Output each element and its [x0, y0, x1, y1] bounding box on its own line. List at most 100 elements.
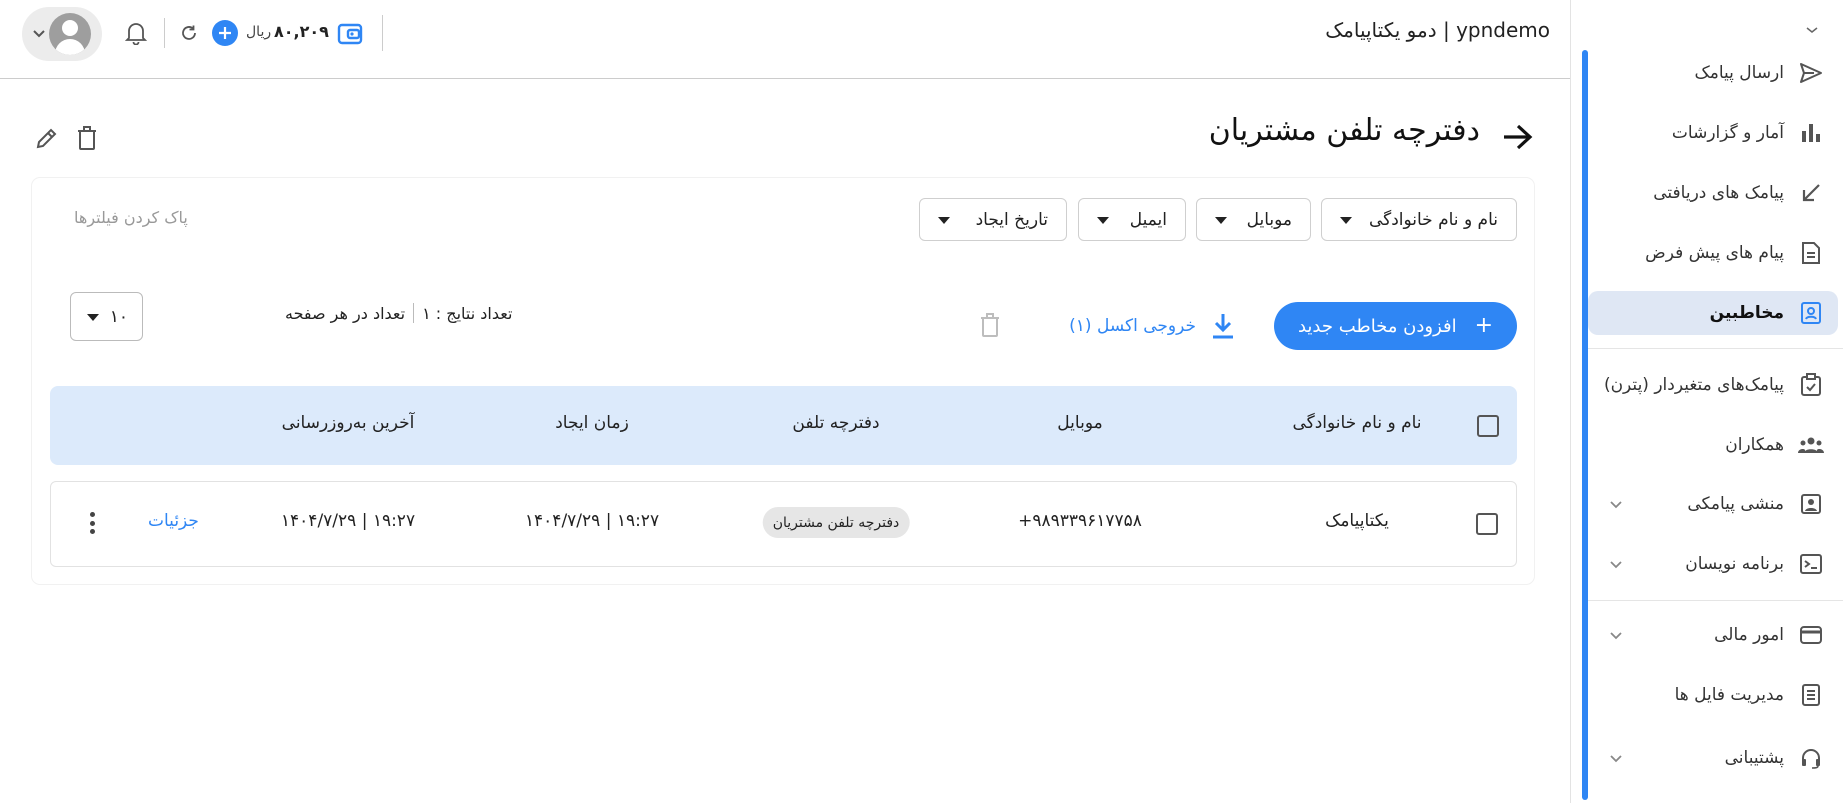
results-info: تعداد در هر صفحه تعداد نتایج : ۱ [285, 303, 512, 323]
back-arrow-icon[interactable] [1500, 120, 1536, 154]
chevron-down-icon [33, 30, 45, 38]
sidebar-item-file-management[interactable]: مدیریت فایل ها [1588, 673, 1838, 717]
sidebar-item-contacts[interactable]: مخاطبین [1588, 291, 1838, 335]
sidebar-item-label: مخاطبین [1709, 303, 1784, 323]
top-header: دمو یکتاپیامک | ypndemo ۸۰,۲۰۹ ریال [0, 0, 1570, 79]
assistant-icon [1798, 491, 1824, 517]
clear-filters-button[interactable]: پاک کردن فیلترها [74, 208, 188, 227]
chevron-down-icon [1610, 501, 1622, 509]
add-contact-label: افزودن مخاطب جدید [1297, 315, 1457, 337]
bulk-delete-icon[interactable] [980, 312, 1004, 340]
sidebar-item-colleagues[interactable]: همکاران [1588, 423, 1838, 467]
sidebar-item-label: منشی پیامکی [1687, 494, 1784, 514]
chevron-down-icon [1610, 632, 1622, 640]
export-excel-button[interactable]: خروجی اکسل (۱) [1066, 305, 1236, 347]
sidebar-item-support[interactable]: پشتیبانی [1588, 736, 1838, 780]
sidebar-divider [1588, 348, 1843, 349]
cell-created: ۱۴۰۴/۷/۲۹ | ۱۹:۲۷ [524, 511, 660, 531]
send-icon [1798, 60, 1824, 86]
page-size-select[interactable]: ۱۰ [70, 292, 143, 341]
sidebar-divider [1588, 600, 1843, 601]
add-contact-button[interactable]: افزودن مخاطب جدید + [1274, 302, 1517, 350]
arrow-incoming-icon [1798, 180, 1824, 206]
row-checkbox[interactable] [1476, 513, 1498, 535]
details-link[interactable]: جزئیات [148, 511, 199, 531]
caret-down-icon [87, 314, 99, 321]
export-excel-label: خروجی اکسل (۱) [1069, 316, 1196, 336]
download-icon [1213, 314, 1233, 339]
document-icon [1798, 240, 1824, 266]
balance-currency: ریال [246, 24, 272, 40]
filter-label: موبایل [1246, 209, 1292, 230]
chevron-down-icon [1610, 755, 1622, 763]
cell-updated: ۱۴۰۴/۷/۲۹ | ۱۹:۲۷ [280, 511, 416, 531]
sidebar-item-label: امور مالی [1714, 625, 1784, 645]
filter-label: ایمیل [1129, 209, 1167, 230]
sidebar-item-label: آمار و گزارشات [1671, 123, 1784, 143]
filter-name[interactable]: نام و نام خانوادگی [1321, 198, 1517, 241]
divider [413, 303, 415, 323]
sidebar-item-received-sms[interactable]: پیامک های دریافتی [1588, 171, 1838, 215]
wallet-icon[interactable] [337, 21, 363, 47]
bar-chart-icon [1798, 120, 1824, 146]
sidebar-item-label: مدیریت فایل ها [1674, 685, 1784, 705]
column-header-phonebook[interactable]: دفترچه تلفن [792, 413, 879, 433]
column-header-mobile[interactable]: موبایل [1057, 413, 1102, 433]
sidebar-item-label: همکاران [1725, 435, 1784, 455]
cell-mobile: +۹۸۹۳۳۹۶۱۷۷۵۸ [1018, 511, 1142, 531]
refresh-icon[interactable] [178, 22, 200, 44]
caret-down-icon [1097, 217, 1109, 224]
filter-created-date[interactable]: تاریخ ایجاد [919, 198, 1067, 241]
caret-down-icon [938, 217, 950, 224]
user-menu[interactable] [22, 7, 102, 61]
column-header-created[interactable]: زمان ایجاد [555, 413, 629, 433]
sidebar-item-label: پیامک های دریافتی [1653, 183, 1784, 203]
sidebar-item-developers[interactable]: برنامه نویسان [1588, 542, 1838, 586]
sidebar-item-default-messages[interactable]: پیام های پیش فرض [1588, 231, 1838, 275]
bell-icon[interactable] [123, 20, 149, 46]
filter-mobile[interactable]: موبایل [1196, 198, 1311, 241]
edit-icon[interactable] [33, 124, 61, 152]
contacts-icon [1798, 300, 1824, 326]
avatar [49, 13, 91, 55]
sidebar-item-label: پشتیبانی [1724, 748, 1784, 768]
sidebar-item-label: ارسال پیامک [1694, 63, 1784, 83]
sidebar-item-reports[interactable]: آمار و گزارشات [1588, 111, 1838, 155]
app-title: دمو یکتاپیامک | ypndemo [1325, 18, 1550, 42]
caret-down-icon [1340, 217, 1352, 224]
sidebar-item-label: پیامک‌های متغیردار (پترن) [1603, 375, 1784, 395]
filter-label: تاریخ ایجاد [975, 209, 1048, 230]
page-title: دفترچه تلفن مشتریان [1208, 113, 1480, 148]
header-divider [382, 15, 383, 51]
clipboard-check-icon [1798, 372, 1824, 398]
chevron-down-icon [1610, 561, 1622, 569]
per-page-label: تعداد در هر صفحه [285, 303, 406, 323]
trash-icon[interactable] [73, 124, 101, 152]
group-icon [1798, 432, 1824, 458]
terminal-icon [1798, 551, 1824, 577]
filter-label: نام و نام خانوادگی [1368, 209, 1498, 230]
more-vert-icon[interactable] [88, 512, 96, 534]
sidebar-item-patterns[interactable]: پیامک‌های متغیردار (پترن) [1588, 363, 1838, 407]
page-size-value: ۱۰ [109, 306, 128, 327]
column-header-updated[interactable]: آخرین به‌روزرسانی [282, 413, 415, 433]
filter-email[interactable]: ایمیل [1078, 198, 1186, 241]
sidebar-item-sms-assistant[interactable]: منشی پیامکی [1588, 482, 1838, 526]
phonebook-badge: دفترچه تلفن مشتریان [762, 507, 910, 538]
wallet-icon [1798, 622, 1824, 648]
cell-name: یکتاپیامک [1325, 511, 1389, 531]
caret-down-icon [1215, 217, 1227, 224]
select-all-checkbox[interactable] [1477, 415, 1499, 437]
add-credit-button[interactable] [212, 20, 238, 46]
results-count: تعداد نتایج : ۱ [422, 303, 513, 323]
file-list-icon [1798, 682, 1824, 708]
sidebar-item-send-sms[interactable]: ارسال پیامک [1588, 51, 1838, 95]
balance-amount: ۸۰,۲۰۹ [274, 22, 329, 41]
collapse-icon[interactable] [1806, 18, 1818, 33]
sidebar-item-finance[interactable]: امور مالی [1588, 613, 1838, 657]
sidebar-item-label: پیام های پیش فرض [1645, 243, 1784, 263]
sidebar-item-label: برنامه نویسان [1685, 554, 1784, 574]
plus-icon: + [1474, 313, 1494, 338]
header-divider [164, 18, 165, 48]
column-header-name[interactable]: نام و نام خانوادگی [1292, 413, 1421, 433]
